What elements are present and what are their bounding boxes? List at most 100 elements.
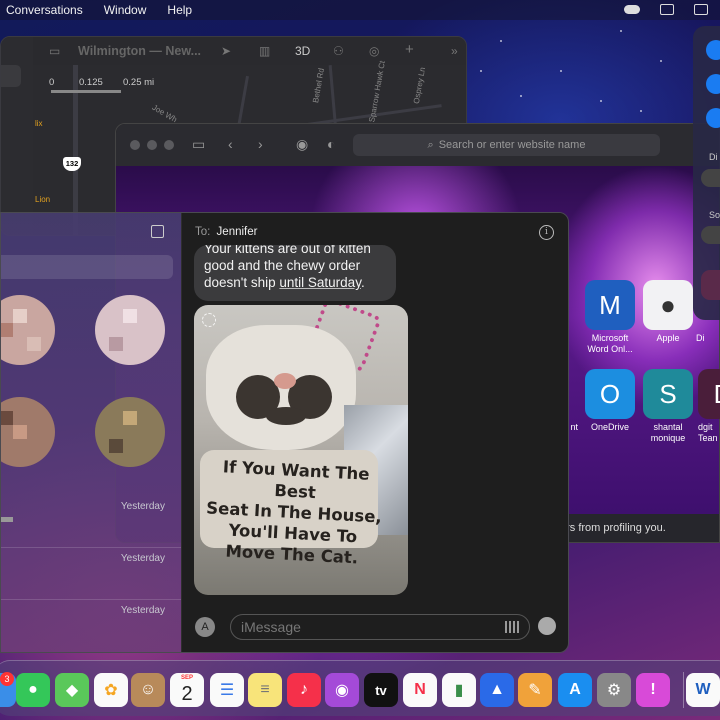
privacy-report-text: ers from profiling you. [560, 522, 666, 534]
word-app-icon[interactable]: W [686, 673, 720, 707]
minimize-window-button[interactable] [147, 140, 157, 150]
maps-app-icon[interactable]: ◆ [55, 673, 89, 707]
dgit-tile-icon: D [698, 369, 720, 419]
photos-app-icon[interactable]: ✿ [94, 673, 128, 707]
sidebar-toggle-icon[interactable]: ▭ [49, 44, 60, 58]
safari-toolbar: ▭ ‹ › ◉ ◐ ⌕ Search or enter website name [116, 124, 719, 166]
conversation-divider [1, 547, 181, 548]
notes-app-icon[interactable]: ≡ [248, 673, 282, 707]
reminders-app-icon[interactable]: ☰ [210, 673, 244, 707]
favorite-shantal[interactable]: S shantal monique [638, 369, 698, 444]
message-photo[interactable]: If You Want The Best Seat In The House, … [194, 305, 408, 595]
compose-icon[interactable] [151, 225, 164, 238]
calendar-app-icon[interactable]: SEP 2 [170, 673, 204, 707]
volume-slider[interactable] [701, 226, 720, 244]
maps-sidebar [1, 37, 33, 235]
look-around-icon[interactable]: ⚇ [333, 44, 344, 58]
conversation-search-input[interactable] [1, 255, 173, 279]
now-playing-tile[interactable] [701, 270, 720, 300]
tracking-icon[interactable]: ◎ [369, 44, 379, 58]
sidebar-icon[interactable]: ▭ [192, 136, 205, 153]
add-icon[interactable]: + [405, 41, 414, 58]
brightness-slider[interactable] [701, 169, 720, 187]
app-store-icon[interactable]: A [195, 617, 215, 637]
conversation-preview [1, 517, 13, 522]
emoji-icon[interactable] [538, 617, 556, 635]
extension-icon[interactable]: ◉ [296, 136, 308, 153]
scale-end: 0.25 mi [123, 77, 155, 88]
menu-bar: Conversations Window Help [0, 0, 720, 20]
favorite-label: Di [696, 333, 705, 343]
imessage-input[interactable]: iMessage [230, 614, 530, 640]
cloud-icon[interactable] [624, 5, 640, 14]
word-tile-icon: M [585, 280, 635, 330]
to-label: To: [195, 226, 211, 238]
display-icon[interactable] [660, 4, 674, 15]
display-label: Di [709, 152, 718, 162]
message-bubble[interactable]: Your kittens are out of kitten good and … [194, 245, 396, 301]
message-line: good and the chewy order [204, 258, 361, 273]
menubar-status-icons [624, 2, 708, 15]
conversation-pane: To: Jennifer i Your kittens are out of k… [181, 213, 568, 652]
contacts-app-icon[interactable]: ☺ [131, 673, 165, 707]
message-line: doesn't ship until Saturday. [204, 275, 365, 290]
pages-app-icon[interactable]: ✎ [518, 673, 552, 707]
forward-chevron-icon[interactable]: › [258, 136, 263, 152]
info-icon[interactable]: i [539, 225, 554, 240]
favorite-apple[interactable]: ● Apple [638, 280, 698, 344]
message-line: Your kittens are out of kitten [204, 245, 371, 256]
favorite-microsoft-word[interactable]: M Microsoft Word Onl... [580, 280, 640, 355]
keynote-app-icon[interactable]: ▲ [480, 673, 514, 707]
address-bar[interactable]: ⌕ Search or enter website name [353, 134, 660, 156]
avatar[interactable] [95, 397, 165, 467]
date-link[interactable]: until Saturday [279, 275, 361, 290]
favorite-dgit[interactable]: D dgit Tean [698, 369, 720, 444]
apple-logo-icon: ● [643, 280, 693, 330]
feedback-app-icon[interactable]: ! [636, 673, 670, 707]
podcasts-app-icon[interactable]: ◉ [325, 673, 359, 707]
audio-waveform-icon[interactable] [505, 621, 519, 633]
recipient-name[interactable]: Jennifer [217, 226, 258, 238]
imessage-placeholder: iMessage [241, 619, 301, 635]
conversation-time: Yesterday [120, 553, 165, 564]
back-chevron-icon[interactable]: ‹ [228, 136, 233, 152]
app-store-app-icon[interactable]: A [558, 673, 592, 707]
control-center-panel: Di So [693, 26, 720, 320]
favorite-label: shantal monique [650, 422, 686, 443]
bluetooth-icon[interactable] [706, 74, 720, 94]
system-preferences-icon[interactable]: ⚙ [597, 673, 631, 707]
window-switch-icon[interactable] [694, 4, 708, 15]
airdrop-icon[interactable] [706, 108, 720, 128]
menu-help[interactable]: Help [167, 3, 192, 17]
map-3d-button[interactable]: 3D [295, 44, 310, 58]
conversation-sidebar: Yesterday Yesterday Yesterday [1, 213, 181, 652]
numbers-app-icon[interactable]: ▮ [442, 673, 476, 707]
more-chevron-icon[interactable]: » [451, 44, 458, 58]
avatar[interactable] [1, 295, 55, 365]
conversation-time: Yesterday [120, 501, 165, 512]
avatar[interactable] [1, 397, 55, 467]
close-window-button[interactable] [130, 140, 140, 150]
favorite-onedrive[interactable]: O OneDrive [580, 369, 640, 433]
avatar[interactable] [95, 295, 165, 365]
favorite-label: OneDrive [590, 422, 629, 432]
photo-sign-text: If You Want The Best Seat In The House, … [205, 457, 383, 568]
zoom-window-button[interactable] [164, 140, 174, 150]
tv-app-icon[interactable]: tv [364, 673, 398, 707]
menu-conversations[interactable]: Conversations [6, 3, 83, 17]
privacy-shield-icon[interactable]: ◐ [327, 136, 335, 152]
maps-search-field[interactable] [1, 65, 21, 87]
word-label: W [695, 681, 711, 698]
map-mode-icon[interactable]: ▥ [259, 44, 270, 58]
location-arrow-icon[interactable]: ➤ [221, 44, 231, 58]
wifi-icon[interactable] [706, 40, 720, 60]
news-app-icon[interactable]: N [403, 673, 437, 707]
messages-app-icon[interactable]: ● [16, 673, 50, 707]
notification-badge: 3 [0, 672, 14, 686]
music-app-icon[interactable]: ♪ [287, 673, 321, 707]
live-photo-icon[interactable] [202, 313, 216, 327]
calendar-month: SEP [180, 675, 193, 681]
favorite-label: Apple [656, 333, 680, 343]
menu-window[interactable]: Window [104, 3, 147, 17]
conversation-header: To: Jennifer i [182, 213, 568, 249]
